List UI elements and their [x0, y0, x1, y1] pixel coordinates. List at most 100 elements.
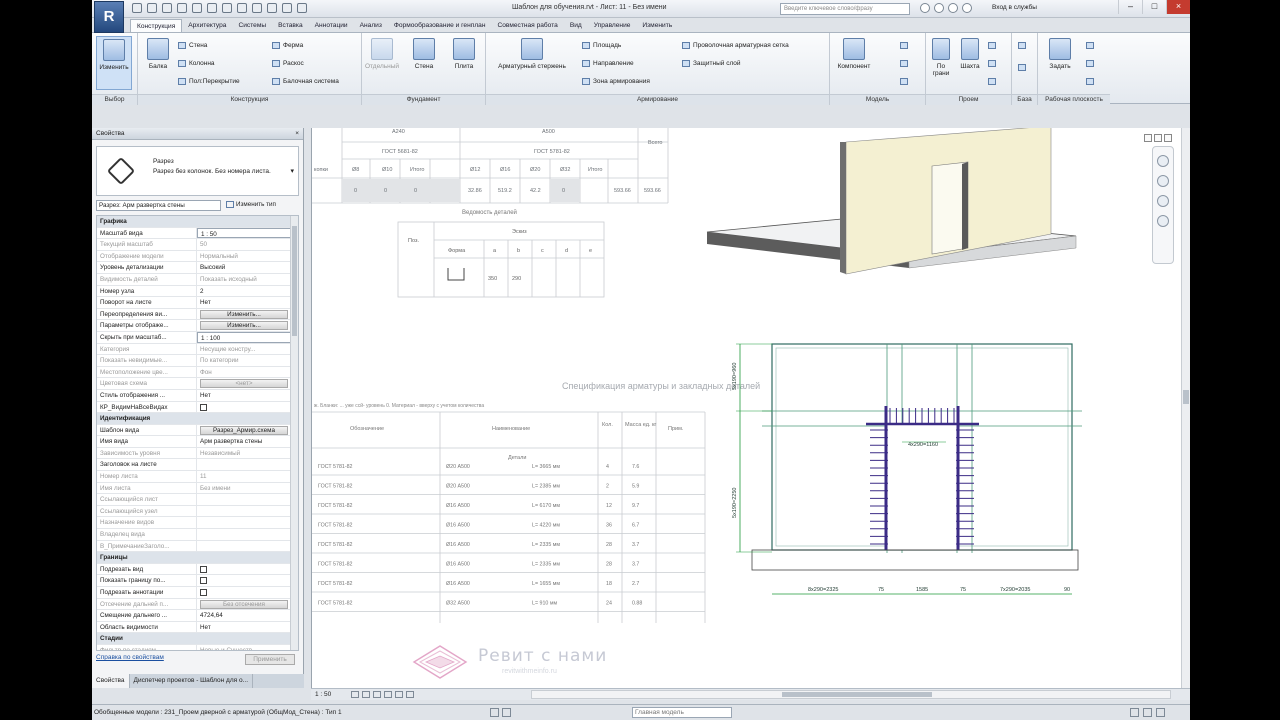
component-button[interactable]: Компонент: [836, 36, 872, 90]
application-menu-button[interactable]: R: [94, 1, 124, 33]
show-workplane-icon[interactable]: [1086, 41, 1097, 51]
ref-plane-icon[interactable]: [1086, 59, 1097, 69]
maximize-view-icon[interactable]: [1154, 134, 1162, 142]
property-value[interactable]: 1 : 50: [197, 227, 298, 239]
property-value[interactable]: 11: [197, 471, 298, 482]
tab-analyze[interactable]: Анализ: [354, 19, 388, 32]
design-options-icon[interactable]: [502, 708, 511, 717]
property-checkbox[interactable]: [200, 589, 207, 596]
properties-scrollbar[interactable]: [290, 216, 298, 650]
restore-view-icon[interactable]: [1144, 134, 1152, 142]
tab-annotate[interactable]: Аннотации: [309, 19, 354, 32]
view-scale[interactable]: 1 : 50: [315, 689, 331, 700]
search-input[interactable]: Введите ключевое слово/фразу: [780, 3, 910, 15]
section-icon[interactable]: [267, 3, 277, 13]
model-text-icon[interactable]: [900, 41, 911, 51]
login-link[interactable]: Вход в службы: [992, 4, 1037, 11]
property-group[interactable]: Графика: [97, 216, 298, 228]
filter-icon[interactable]: [1156, 708, 1165, 717]
model-line-icon[interactable]: [900, 59, 911, 69]
property-value[interactable]: Новые и Существ...: [197, 645, 298, 650]
maximize-button[interactable]: □: [1142, 0, 1166, 14]
fabric-sheet-button[interactable]: Проволочная арматурная сетка: [682, 41, 789, 51]
property-value[interactable]: [197, 506, 298, 517]
property-button[interactable]: Разрез_Армир.схема: [200, 425, 288, 435]
property-value[interactable]: Без имени: [197, 483, 298, 494]
path-button[interactable]: Направление: [582, 59, 634, 69]
text-icon[interactable]: [237, 3, 247, 13]
thin-lines-icon[interactable]: [282, 3, 292, 13]
select-pinned-icon[interactable]: [1143, 708, 1152, 717]
property-value[interactable]: [197, 541, 298, 552]
property-value[interactable]: [197, 564, 298, 575]
modify-button[interactable]: Изменить: [96, 36, 132, 90]
property-value[interactable]: [197, 402, 298, 413]
property-value[interactable]: [197, 494, 298, 505]
property-value[interactable]: Нет: [197, 390, 298, 401]
tab-properties[interactable]: Свойства: [92, 674, 130, 688]
property-value[interactable]: Без отсечения: [197, 599, 298, 610]
model-selector[interactable]: Главная модель: [632, 707, 732, 718]
orbit-icon[interactable]: [1157, 215, 1169, 227]
vertical-opening-icon[interactable]: [988, 59, 999, 69]
scroll-thumb[interactable]: [292, 226, 297, 336]
property-value[interactable]: 1 : 100: [197, 331, 298, 343]
measure-icon[interactable]: [207, 3, 217, 13]
model-group-icon[interactable]: [900, 77, 911, 87]
vertical-scrollbar[interactable]: [1181, 128, 1190, 688]
tab-systems[interactable]: Системы: [232, 19, 272, 32]
rebar-button[interactable]: Арматурный стержень: [492, 36, 572, 90]
user-icon[interactable]: [962, 3, 972, 13]
cover-button[interactable]: Защитный слой: [682, 59, 741, 69]
isolated-foundation-button[interactable]: Отдельный: [364, 36, 400, 90]
property-group[interactable]: Стадии: [97, 633, 298, 645]
sun-path-icon[interactable]: [373, 691, 381, 698]
properties-help-link[interactable]: Справка по свойствам: [96, 654, 164, 661]
horizontal-scroll-thumb[interactable]: [782, 692, 932, 697]
property-value[interactable]: Независимый: [197, 448, 298, 459]
property-value[interactable]: Изменить...: [197, 309, 298, 320]
viewer-icon[interactable]: [1086, 77, 1097, 87]
select-links-icon[interactable]: [1130, 708, 1139, 717]
drawing-area[interactable]: А240 А500 Всего ГОСТ 5681-82 ГОСТ 5781-8…: [311, 128, 1190, 688]
horizontal-scrollbar[interactable]: [531, 690, 1171, 699]
close-hidden-icon[interactable]: [297, 3, 307, 13]
property-value[interactable]: 2: [197, 286, 298, 297]
favorites-icon[interactable]: [948, 3, 958, 13]
tab-architecture[interactable]: Архитектура: [182, 19, 232, 32]
property-value[interactable]: Показать исходный: [197, 274, 298, 285]
by-face-button[interactable]: По грани: [928, 36, 954, 90]
beam-system-button[interactable]: Балочная система: [272, 77, 339, 87]
shadows-icon[interactable]: [384, 691, 392, 698]
wall-opening-icon[interactable]: [988, 41, 999, 51]
property-button[interactable]: Изменить...: [200, 309, 288, 319]
wall-foundation-button[interactable]: Стена: [406, 36, 442, 90]
property-value[interactable]: [197, 459, 298, 470]
open-icon[interactable]: [132, 3, 142, 13]
tab-view[interactable]: Вид: [564, 19, 588, 32]
property-button[interactable]: <нет>: [200, 379, 288, 389]
redo-icon[interactable]: [177, 3, 187, 13]
print-icon[interactable]: [192, 3, 202, 13]
apply-button[interactable]: Применить: [245, 654, 295, 665]
tab-massing[interactable]: Формообразование и генплан: [388, 19, 492, 32]
property-value[interactable]: [197, 529, 298, 540]
panel-title-reinforcement[interactable]: Армирование: [486, 94, 829, 105]
binoculars-icon[interactable]: [920, 3, 930, 13]
property-checkbox[interactable]: [200, 577, 207, 585]
property-value[interactable]: 50: [197, 239, 298, 250]
steering-wheel-icon[interactable]: [1157, 155, 1169, 167]
property-value[interactable]: Фон: [197, 367, 298, 378]
tab-insert[interactable]: Вставка: [272, 19, 309, 32]
instance-selector[interactable]: Разрез: Арм развертка стены: [96, 200, 221, 211]
property-value[interactable]: [197, 575, 298, 586]
property-value[interactable]: По категории: [197, 355, 298, 366]
column-button[interactable]: Колонна: [178, 59, 215, 69]
level-icon[interactable]: [1018, 41, 1029, 51]
type-selector[interactable]: Разрез Разрез без колонок. Без номера ли…: [96, 146, 299, 196]
property-value[interactable]: Высокий: [197, 262, 298, 273]
edit-type-button[interactable]: Изменить тип: [226, 200, 296, 211]
temporary-hide-icon[interactable]: [406, 691, 414, 698]
property-button[interactable]: Изменить...: [200, 321, 288, 331]
crop-icon[interactable]: [395, 691, 403, 698]
